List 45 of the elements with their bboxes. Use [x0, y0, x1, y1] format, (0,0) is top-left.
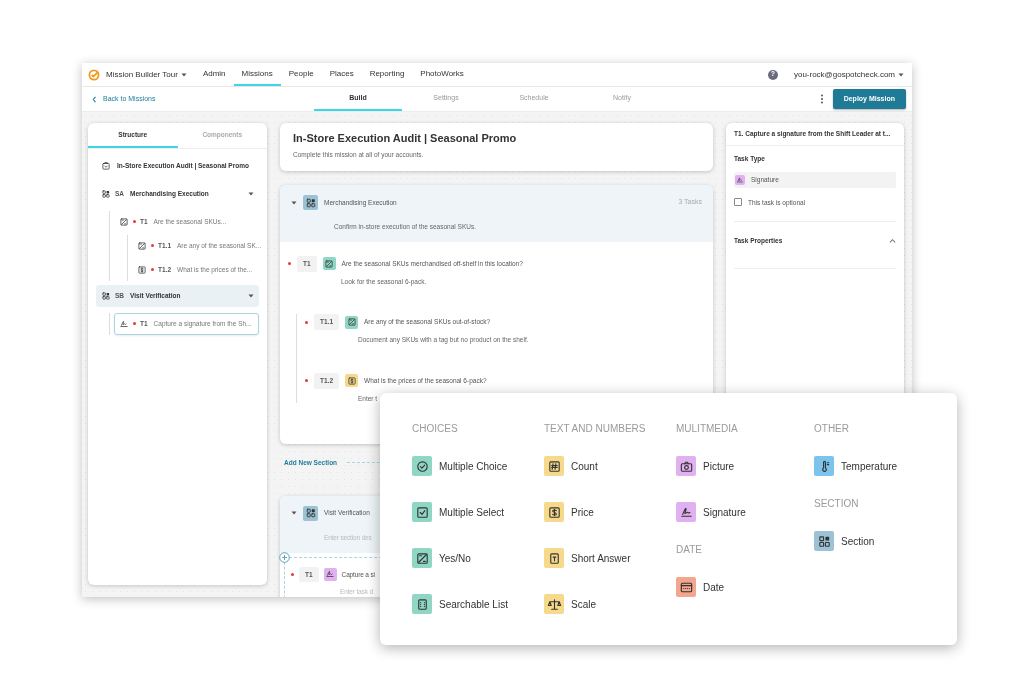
caret-icon[interactable] [248, 190, 254, 197]
more-icon[interactable] [819, 94, 824, 104]
component-item[interactable]: Picture [676, 456, 814, 476]
component-item[interactable]: Multiple Select [412, 502, 544, 522]
group-heading: SECTION [814, 497, 860, 511]
caret-icon[interactable] [248, 292, 254, 299]
component-item[interactable]: Count [544, 456, 676, 476]
nav-link[interactable]: Reporting [361, 63, 413, 86]
caret-icon[interactable] [291, 199, 297, 206]
add-task-icon[interactable] [279, 551, 290, 563]
nav-link[interactable]: Places [321, 63, 362, 86]
component-item[interactable]: Multiple Choice [412, 456, 544, 476]
group-heading: DATE [676, 543, 703, 557]
caret-icon[interactable] [291, 510, 297, 517]
grid-icon [101, 290, 111, 301]
workspace-dropdown[interactable]: Mission Builder Tour [106, 63, 187, 86]
grid-icon [101, 188, 111, 199]
component-item[interactable]: Temperature [814, 456, 898, 476]
component-item[interactable]: Date [676, 577, 814, 597]
nav-link[interactable]: Admin [194, 63, 234, 86]
group-heading: MULITMEDIA [676, 422, 739, 436]
diagonal-square-icon [119, 216, 129, 227]
component-item[interactable]: Section [814, 531, 898, 551]
group-heading: OTHER [814, 422, 850, 436]
component-item[interactable]: Signature [676, 502, 814, 522]
component-item[interactable]: Searchable List [412, 594, 544, 614]
component-item[interactable]: Short Answer [544, 548, 676, 568]
clipboard-icon [101, 160, 111, 171]
user-menu[interactable]: you-rock@gospotcheck.com [793, 63, 904, 86]
chevron-up-icon[interactable] [889, 237, 896, 245]
group-heading: TEXT AND NUMBERS [544, 422, 647, 436]
diagonal-square-icon [137, 240, 147, 251]
nav-link[interactable]: PhotoWorks [412, 63, 472, 86]
signature-icon [119, 318, 129, 329]
caret-icon [898, 71, 904, 78]
caret-icon [180, 71, 187, 78]
component-item[interactable]: Scale [544, 594, 676, 614]
component-item[interactable]: Price [544, 502, 676, 522]
mission-title: In-Store Execution Audit | Seasonal Promo [293, 132, 518, 146]
nav-link[interactable]: People [280, 63, 322, 86]
dollar-icon [137, 264, 147, 275]
chevron-left-icon [92, 95, 99, 103]
checkbox[interactable] [734, 198, 742, 207]
component-item[interactable]: Yes/No [412, 548, 544, 568]
group-heading: CHOICES [412, 422, 459, 436]
